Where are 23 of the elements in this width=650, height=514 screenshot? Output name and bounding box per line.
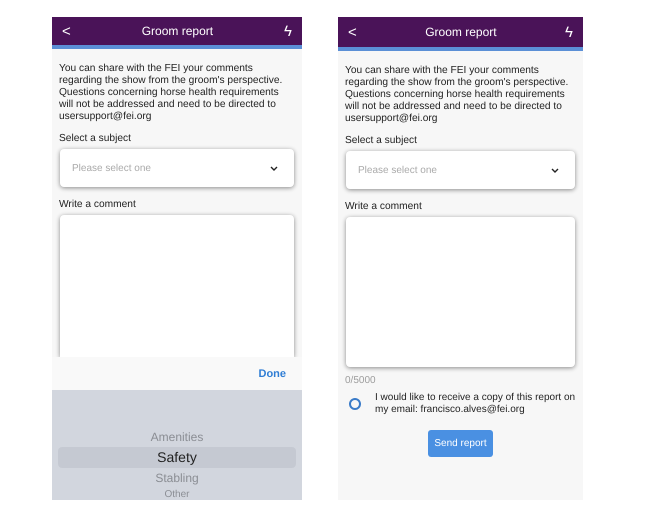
field-label: Select a subject [345,135,418,146]
radio-button[interactable] [349,398,361,410]
screen-title: Groom report [140,24,214,38]
subject-dropdown[interactable]: Please select one [60,149,294,187]
flash-button[interactable]: ϟ [561,24,577,40]
done-button[interactable]: Done [252,366,292,380]
back-button[interactable]: < [58,22,75,40]
intro-text: You can share with the FEI your comments regarding the show from the groom's perspective. Questions concerning horse health requirements will not be addressed and need to be directed to usersupport@fei.org [345,65,570,125]
back-button[interactable]: < [344,24,361,40]
field-label: Write a comment [345,201,423,212]
chevron-down-icon [270,166,278,171]
chevron-down-icon [551,168,559,173]
comment-field[interactable] [60,215,294,357]
field-label: Write a comment [59,199,137,210]
field-label: Select a subject [59,133,132,144]
picker-option[interactable]: Safety [58,447,296,468]
character-counter: 0/5000 [345,375,377,386]
comment-field[interactable] [346,217,575,367]
flash-button[interactable]: ϟ [280,22,296,40]
screen-title: Groom report [424,25,498,39]
intro-text: You can share with the FEI your comments regarding the show from the groom's perspective. Questions concerning horse health requirements will not be addressed and need to be directed to usersupport@fei.org [59,63,284,123]
copy-option-label: I would like to receive a copy of this report on my email: francisco.alves@fei.org [375,392,576,416]
subject-dropdown[interactable]: Please select one [346,151,575,189]
